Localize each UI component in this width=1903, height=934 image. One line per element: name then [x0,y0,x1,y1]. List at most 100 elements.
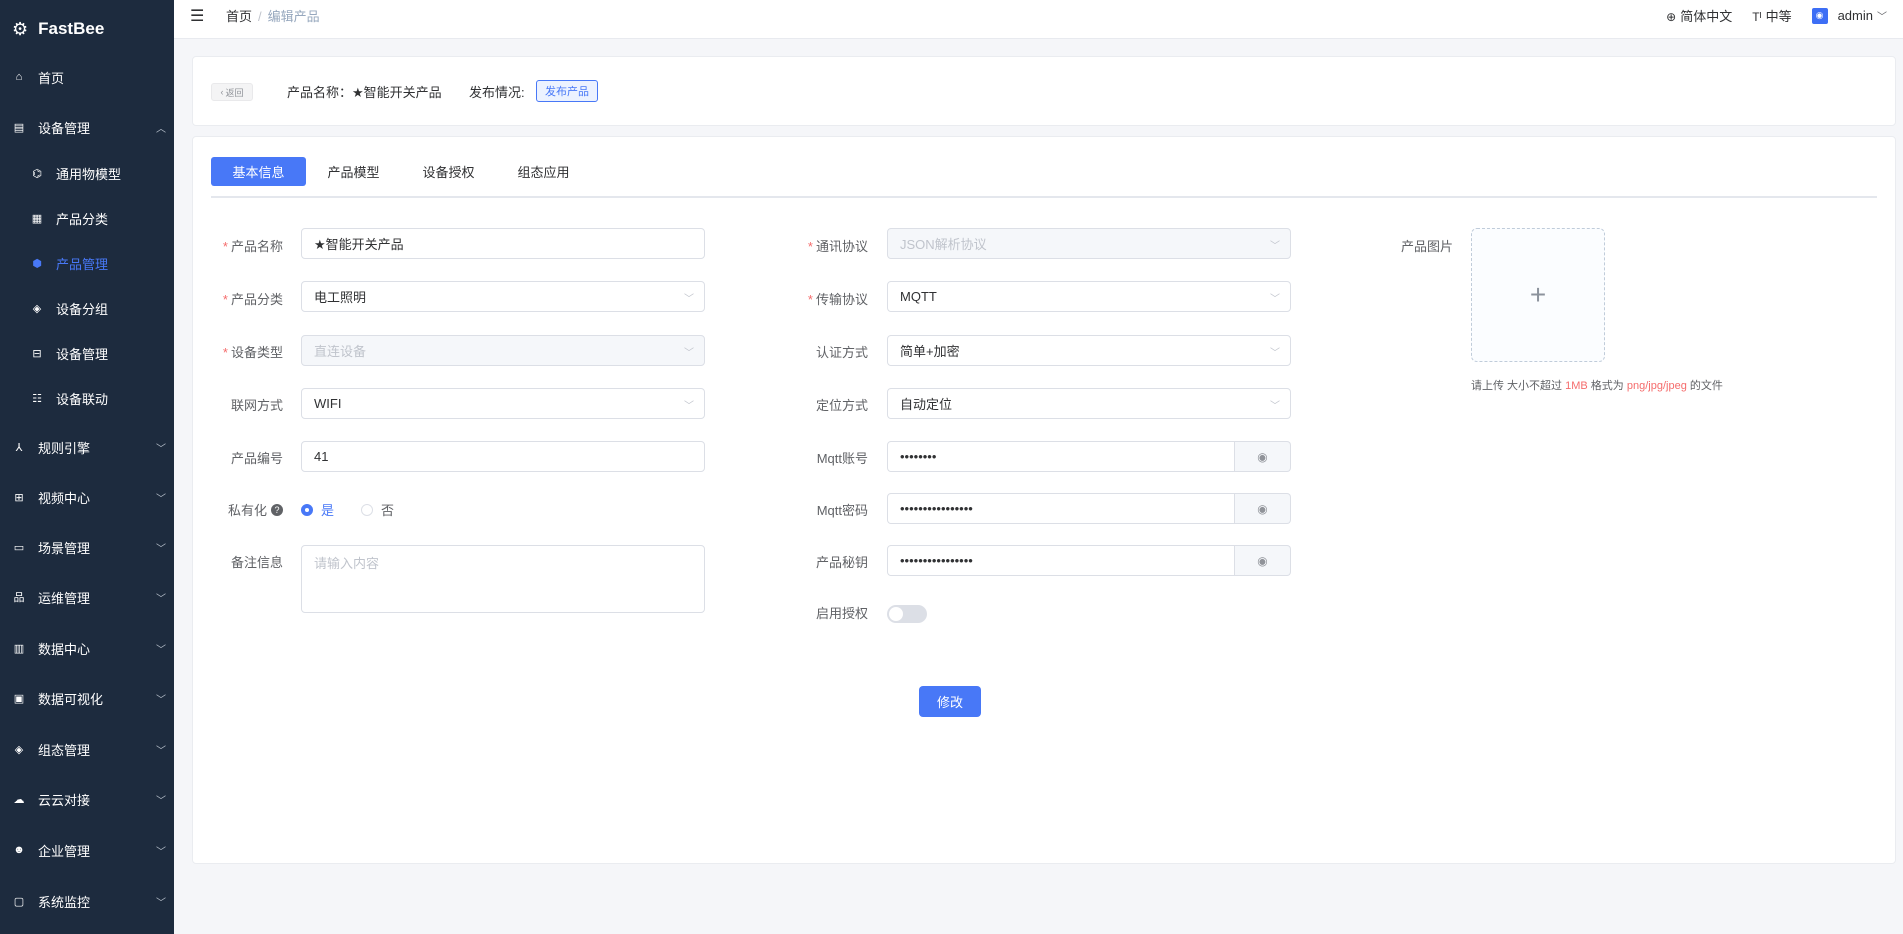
location-label: 定位方式 [815,398,868,413]
product-id-label: 产品编号 [230,451,283,466]
modify-button[interactable]: 修改 [919,686,981,717]
sidebar-item-label: 设备联动 [56,391,109,407]
chevron-down-icon: ﹀ [156,443,166,455]
breadcrumb: 首页 / 编辑产品 [226,6,320,25]
network-select[interactable]: WIFI ﹀ [301,388,705,419]
language-label: 简体中文 [1680,9,1733,24]
product-header-card: ‹ 返回 产品名称：★智能开关产品 发布情况: 发布产品 [192,56,1896,126]
mqtt-account-input[interactable]: •••••••• [887,441,1235,472]
topbar-right: ⊕ 简体中文 Tᴵ 中等 ◉ admin ﹀ [1666,6,1887,25]
device-mgmt-icon: ⊟ [32,347,42,360]
sidebar-item-label: 场景管理 [38,540,91,556]
back-label: 返回 [225,87,244,98]
enterprise-icon: ☻ [13,844,25,856]
product-id-input[interactable]: 41 [301,441,705,472]
app-logo[interactable]: ⚙ FastBee [0,0,174,58]
mqtt-password-input[interactable]: •••••••••••••••• [887,493,1235,524]
chevron-down-icon: ﹀ [684,294,694,305]
chevron-down-icon: ﹀ [1270,401,1280,412]
chevron-down-icon: ﹀ [156,846,166,858]
sidebar-item-cloud-integration[interactable]: ☁ 云云对接 ﹀ [0,786,186,812]
sidebar-subitem-product-management[interactable]: ⬢ 产品管理 [0,250,204,276]
topbar: ☰ 首页 / 编辑产品 ⊕ 简体中文 Tᴵ 中等 ◉ admin ﹀ [174,0,1903,39]
breadcrumb-home[interactable]: 首页 [226,9,252,24]
ops-icon: 品 [13,592,25,604]
device-type-label: * 设备类型 [222,345,283,360]
help-icon[interactable]: ? [271,503,283,516]
sidebar-subitem-device-linkage[interactable]: ☷ 设备联动 [0,385,204,411]
sidebar-item-home[interactable]: ⌂ 首页 [0,64,186,90]
rule-icon: ⅄ [15,441,23,454]
cloud-icon: ☁ [13,793,25,806]
network-label: 联网方式 [230,398,283,413]
private-label: 私有化? [213,500,283,519]
sidebar-item-rule-engine[interactable]: ⅄ 规则引擎 ﹀ [0,434,186,460]
product-icon: ⬢ [32,257,42,270]
sidebar-item-label: 企业管理 [38,843,91,859]
product-secret-input[interactable]: •••••••••••••••• [887,545,1235,576]
tab-product-model[interactable]: 产品模型 [306,157,401,186]
breadcrumb-current: 编辑产品 [267,9,320,24]
chevron-down-icon: ﹀ [1270,348,1280,359]
publish-product-button[interactable]: 发布产品 [536,80,598,102]
sidebar-item-label: 系统监控 [38,894,91,910]
sidebar-item-config-management[interactable]: ◈ 组态管理 ﹀ [0,736,186,762]
sidebar-subitem-device-mgmt[interactable]: ⊟ 设备管理 [0,340,204,366]
chevron-down-icon: ﹀ [156,493,166,505]
visual-icon: ▣ [13,692,25,705]
eye-icon: ◉ [1257,553,1268,568]
publish-status-label: 发布情况: [469,85,525,100]
sidebar-item-enterprise-management[interactable]: ☻ 企业管理 ﹀ [0,837,186,863]
sidebar-subitem-device-group[interactable]: ◈ 设备分组 [0,295,204,321]
chevron-left-icon: ‹ [220,87,224,97]
image-upload[interactable]: + [1471,228,1605,362]
product-secret-reveal-button[interactable]: ◉ [1235,545,1291,576]
mqtt-password-reveal-button[interactable]: ◉ [1235,493,1291,524]
product-name-input[interactable]: ★智能开关产品 [301,228,705,259]
user-menu[interactable]: ◉ admin ﹀ [1811,7,1887,24]
tab-config-app[interactable]: 组态应用 [496,157,591,186]
sidebar-item-video-center[interactable]: ⊞ 视频中心 ﹀ [0,484,186,510]
location-select[interactable]: 自动定位 ﹀ [887,388,1291,419]
avatar: ◉ [1811,7,1828,24]
sidebar-item-ops-management[interactable]: 品 运维管理 ﹀ [0,584,186,610]
product-name-title: 产品名称：★智能开关产品 [287,85,442,100]
home-icon: ⌂ [15,71,23,83]
tab-device-auth[interactable]: 设备授权 [401,157,496,186]
private-no-radio[interactable]: 否 [361,500,394,519]
globe-icon: ⊕ [1666,10,1677,24]
tab-basic-info[interactable]: 基本信息 [211,157,306,186]
auth-select[interactable]: 简单+加密 ﹀ [887,335,1291,366]
sidebar-subitem-product-category[interactable]: ▦ 产品分类 [0,205,204,231]
chevron-down-icon: ﹀ [684,348,694,359]
sidebar-item-scene-management[interactable]: ▭ 场景管理 ﹀ [0,534,186,560]
breadcrumb-separator: / [258,9,262,24]
sidebar: ⚙ FastBee ⌂ 首页 ▤ 设备管理 ︿ ⌬ 通用物模型 ▦ 产品分类 ⬢… [0,0,174,934]
remark-textarea[interactable]: 请输入内容 [301,545,705,613]
sidebar-subitem-thing-model[interactable]: ⌬ 通用物模型 [0,160,204,186]
group-icon: ◈ [32,302,42,315]
hamburger-icon[interactable]: ☰ [190,6,204,26]
category-select[interactable]: 电工照明 ﹀ [301,281,705,312]
protocol-label: * 通讯协议 [807,239,868,254]
mqtt-password-label: Mqtt密码 [816,503,868,518]
sidebar-item-device-management[interactable]: ▤ 设备管理 ︿ [0,114,186,140]
product-image-label: 产品图片 [1400,239,1453,254]
device-type-select[interactable]: 直连设备 ﹀ [301,335,705,366]
back-button[interactable]: ‹ 返回 [211,83,253,101]
enable-auth-switch[interactable] [887,605,927,623]
language-switcher[interactable]: ⊕ 简体中文 [1666,6,1732,25]
chevron-down-icon: ﹀ [1877,12,1887,23]
size-switcher[interactable]: Tᴵ 中等 [1752,6,1791,25]
size-label: 中等 [1765,9,1792,24]
mqtt-account-reveal-button[interactable]: ◉ [1235,441,1291,472]
sidebar-item-label: 产品分类 [56,211,109,227]
protocol-select[interactable]: JSON解析协议 ﹀ [887,228,1291,259]
sidebar-item-data-center[interactable]: ▥ 数据中心 ﹀ [0,635,186,661]
private-yes-radio[interactable]: 是 [301,500,334,519]
eye-icon: ◉ [1257,501,1268,516]
sidebar-item-system-monitor[interactable]: ▢ 系统监控 ﹀ [0,888,186,914]
transport-select[interactable]: MQTT ﹀ [887,281,1291,312]
sidebar-item-data-visualization[interactable]: ▣ 数据可视化 ﹀ [0,685,186,711]
sidebar-item-label: 设备管理 [38,120,91,136]
